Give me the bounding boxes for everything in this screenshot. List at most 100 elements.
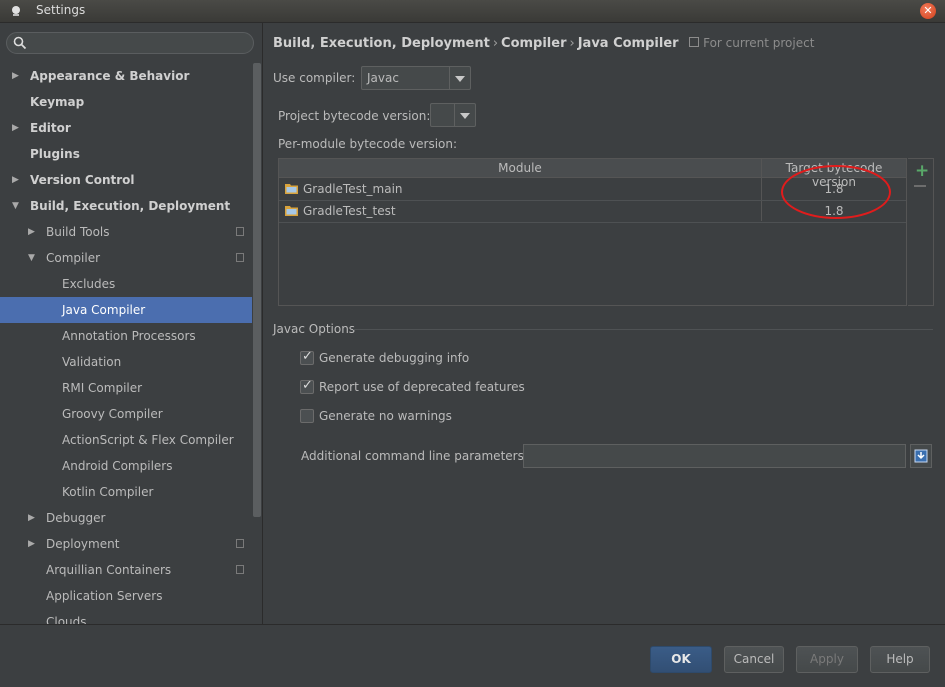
bytecode-version-label: Project bytecode version: <box>278 109 431 123</box>
cancel-button[interactable]: Cancel <box>724 646 784 673</box>
sidebar-scrollbar[interactable] <box>253 63 261 517</box>
report-deprecated-label[interactable]: Report use of deprecated features <box>319 380 525 394</box>
sidebar-item-label: Version Control <box>30 173 135 187</box>
sidebar-item[interactable]: Android Compilers <box>0 453 252 479</box>
generate-debugging-info-label[interactable]: Generate debugging info <box>319 351 469 365</box>
search-input[interactable] <box>6 32 254 54</box>
additional-params-label: Additional command line parameters: <box>301 449 528 463</box>
apply-button[interactable]: Apply <box>796 646 858 673</box>
ok-button[interactable]: OK <box>650 646 712 673</box>
red-annotation-circle <box>781 165 891 219</box>
project-scope-icon <box>236 539 244 548</box>
sidebar-item[interactable]: Arquillian Containers <box>0 557 252 583</box>
dialog-footer: OK Cancel Apply Help <box>0 624 945 687</box>
table-toolbar: + <box>908 158 934 306</box>
help-button[interactable]: Help <box>870 646 930 673</box>
sidebar-item-label: Plugins <box>30 147 80 161</box>
settings-sidebar: ▶ Appearance & Behavior Keymap ▶ Editor Plugi… <box>0 23 262 624</box>
breadcrumb-part: Compiler <box>501 36 567 51</box>
sidebar-item[interactable]: Kotlin Compiler <box>0 479 252 505</box>
chevron-down-icon[interactable] <box>449 67 470 89</box>
column-header-module[interactable]: Module <box>279 161 761 175</box>
sidebar-item-label: Build Tools <box>46 225 110 239</box>
sidebar-item[interactable]: Keymap <box>0 89 252 115</box>
chevron-right-icon[interactable]: ▶ <box>12 167 22 193</box>
sidebar-item-label: Clouds <box>46 615 87 624</box>
bytecode-version-select[interactable] <box>430 103 476 127</box>
remove-icon[interactable] <box>914 185 926 187</box>
project-scope-icon <box>689 37 700 47</box>
project-scope-note: For current project <box>689 36 814 50</box>
sidebar-item-label: Annotation Processors <box>62 329 196 343</box>
sidebar-item-label: Android Compilers <box>62 459 173 473</box>
sidebar-item[interactable]: ▶ Editor <box>0 115 252 141</box>
sidebar-item[interactable]: ActionScript & Flex Compiler <box>0 427 252 453</box>
breadcrumb-part: Java Compiler <box>577 36 679 51</box>
sidebar-item[interactable]: Application Servers <box>0 583 252 609</box>
app-icon <box>12 6 20 16</box>
sidebar-item[interactable]: ▶ Build Tools <box>0 219 252 245</box>
sidebar-item[interactable]: Validation <box>0 349 252 375</box>
project-scope-icon <box>236 227 244 236</box>
chevron-right-icon[interactable]: ▶ <box>28 505 38 531</box>
per-module-label: Per-module bytecode version: <box>278 137 458 151</box>
sidebar-item[interactable]: ▶ Version Control <box>0 167 252 193</box>
sidebar-item-label: Arquillian Containers <box>46 563 172 577</box>
sidebar-item[interactable]: Plugins <box>0 141 252 167</box>
expand-field-button[interactable] <box>910 444 932 468</box>
project-scope-icon <box>236 253 244 262</box>
module-folder-icon <box>285 206 298 216</box>
sidebar-item-label: Build, Execution, Deployment <box>30 199 231 213</box>
additional-params-input[interactable] <box>523 444 906 468</box>
compiler-select[interactable]: Javac <box>361 66 471 90</box>
generate-no-warnings-checkbox[interactable] <box>300 409 314 423</box>
chevron-down-icon[interactable]: ▼ <box>12 193 22 219</box>
sidebar-item[interactable]: ▶ Deployment <box>0 531 252 557</box>
sidebar-item-label: Application Servers <box>46 589 163 603</box>
sidebar-item-label: Java Compiler <box>62 303 146 317</box>
sidebar-item-label: Deployment <box>46 537 120 551</box>
chevron-down-icon[interactable] <box>454 104 475 126</box>
sidebar-item[interactable]: Annotation Processors <box>0 323 252 349</box>
close-icon[interactable]: ✕ <box>920 3 936 19</box>
section-divider <box>353 329 933 330</box>
chevron-right-icon[interactable]: ▶ <box>12 115 22 141</box>
breadcrumb-separator: › <box>492 36 499 51</box>
chevron-right-icon[interactable]: ▶ <box>28 531 38 557</box>
sidebar-item[interactable]: Excludes <box>0 271 252 297</box>
sidebar-item[interactable]: ▶ Debugger <box>0 505 252 531</box>
module-name: GradleTest_test <box>303 204 396 218</box>
sidebar-item[interactable]: RMI Compiler <box>0 375 252 401</box>
breadcrumb: Build, Execution, Deployment › Compiler › Ja… <box>273 36 814 51</box>
sidebar-item-label: Keymap <box>30 95 85 109</box>
sidebar-item[interactable]: Groovy Compiler <box>0 401 252 427</box>
java-compiler-panel: Build, Execution, Deployment › Compiler › Ja… <box>263 23 945 624</box>
module-folder-icon <box>285 184 298 194</box>
sidebar-item-label: Validation <box>62 355 122 369</box>
window-title: Settings <box>36 3 86 17</box>
sidebar-item[interactable]: ▼ Build, Execution, Deployment <box>0 193 252 219</box>
project-scope-label: For current project <box>703 36 815 50</box>
expand-icon <box>914 449 928 463</box>
sidebar-item[interactable]: ▶ Appearance & Behavior <box>0 63 252 89</box>
sidebar-item-label: RMI Compiler <box>62 381 143 395</box>
report-deprecated-checkbox[interactable] <box>300 378 314 394</box>
project-scope-icon <box>236 565 244 574</box>
sidebar-item-label: Compiler <box>46 251 101 265</box>
breadcrumb-separator: › <box>569 36 575 51</box>
sidebar-item[interactable]: ▼ Compiler <box>0 245 252 271</box>
chevron-right-icon[interactable]: ▶ <box>12 63 22 89</box>
sidebar-item-label: Excludes <box>62 277 116 291</box>
generate-no-warnings-label[interactable]: Generate no warnings <box>319 409 452 423</box>
sidebar-item[interactable]: Java Compiler <box>0 297 252 323</box>
chevron-down-icon[interactable]: ▼ <box>28 245 38 271</box>
sidebar-item-label: ActionScript & Flex Compiler <box>62 433 234 447</box>
title-bar: Settings ✕ <box>0 0 945 23</box>
add-icon[interactable]: + <box>915 161 929 181</box>
chevron-right-icon[interactable]: ▶ <box>28 219 38 245</box>
sidebar-item-label: Editor <box>30 121 71 135</box>
sidebar-item[interactable]: Clouds <box>0 609 252 624</box>
compiler-select-value: Javac <box>367 71 399 85</box>
sidebar-item-label: Kotlin Compiler <box>62 485 154 499</box>
generate-debugging-info-checkbox[interactable] <box>300 349 314 365</box>
